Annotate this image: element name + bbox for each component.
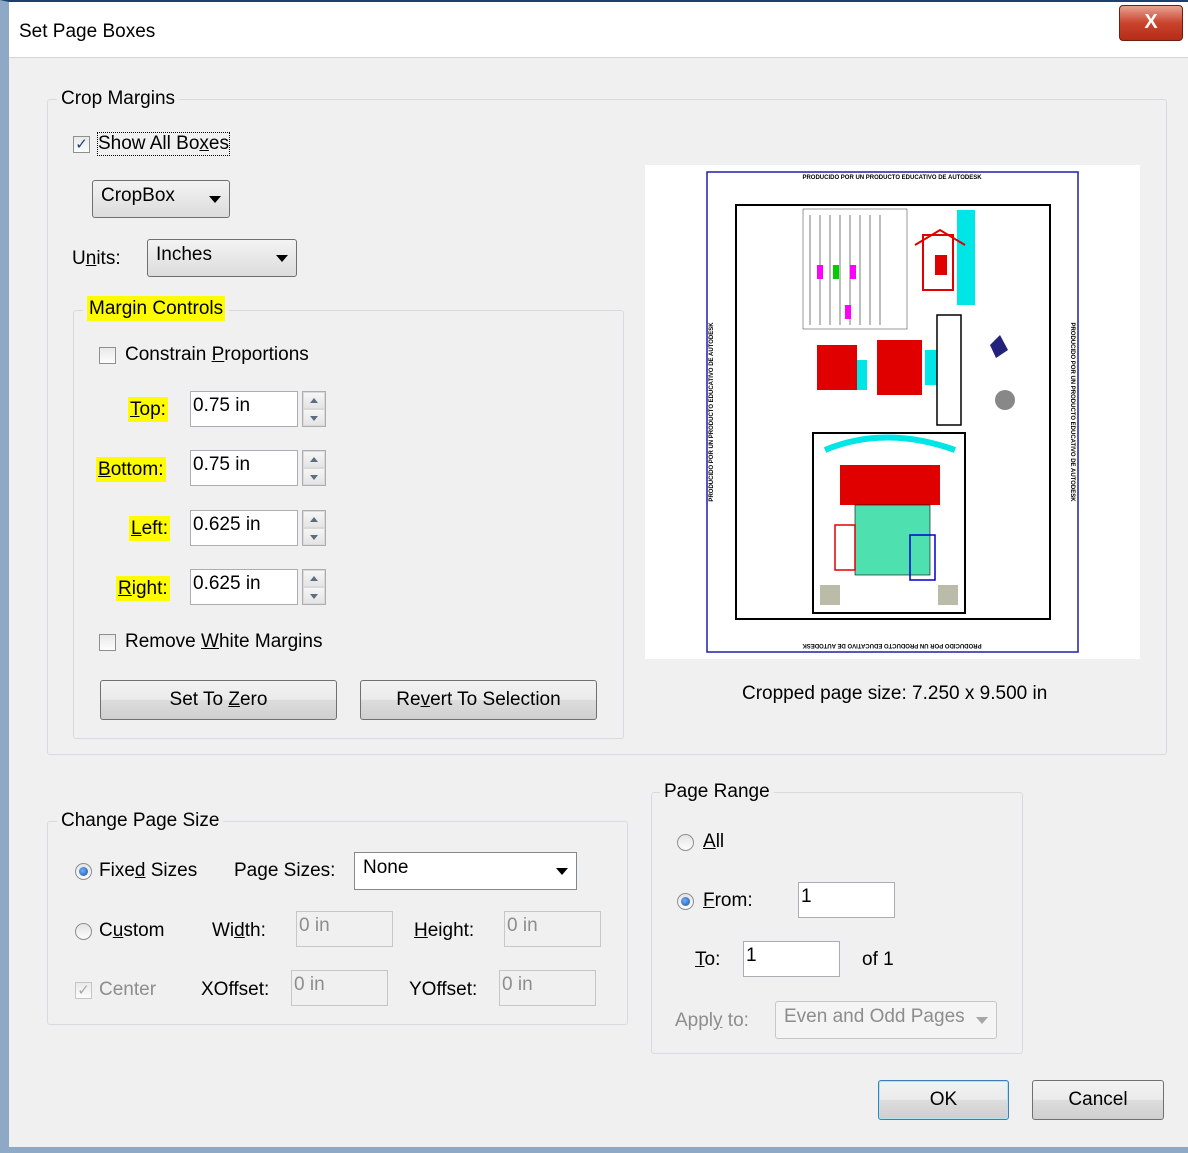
width-input[interactable]: 0 in <box>296 911 393 947</box>
page-sizes-label: Page Sizes: <box>234 860 336 881</box>
stepper-down-icon[interactable] <box>303 528 325 545</box>
cancel-button[interactable]: Cancel <box>1032 1080 1164 1120</box>
yoffset-input[interactable]: 0 in <box>499 970 596 1006</box>
left-margin-stepper[interactable] <box>302 510 326 546</box>
center-checkbox[interactable]: ✓ <box>75 982 92 999</box>
cropped-page-size: Cropped page size: 7.250 x 9.500 in <box>742 683 1048 704</box>
crop-margins-label: Crop Margins <box>57 88 180 110</box>
fixed-sizes-radio[interactable] <box>75 863 92 880</box>
ok-button[interactable]: OK <box>878 1080 1009 1120</box>
page-sizes-select[interactable]: None <box>354 852 577 890</box>
custom-label[interactable]: Custom <box>99 920 165 942</box>
set-to-zero-button[interactable]: Set To Zero <box>100 680 337 720</box>
close-button[interactable]: X <box>1119 5 1183 41</box>
preview-footer-text: PRODUCIDO POR UN PRODUCTO EDUCATIVO DE A… <box>802 642 982 648</box>
units-label: Units: <box>72 248 121 269</box>
chevron-down-icon <box>976 1017 988 1024</box>
page-count-label: of 1 <box>862 949 894 970</box>
apply-to-select[interactable]: Even and Odd Pages <box>775 1001 997 1039</box>
show-all-boxes-checkbox[interactable]: ✓ <box>73 136 90 153</box>
red-facade-1 <box>817 345 857 390</box>
yoffset-label: YOffset: <box>409 979 478 1000</box>
revert-to-selection-button[interactable]: Revert To Selection <box>360 680 597 720</box>
bottom-margin-stepper[interactable] <box>302 450 326 486</box>
window-title: Set Page Boxes <box>19 21 156 42</box>
top-label: Top: <box>128 397 168 422</box>
chevron-down-icon <box>276 255 288 262</box>
bottom-label: Bottom: <box>96 457 166 482</box>
stepper-up-icon[interactable] <box>303 511 325 528</box>
center-label[interactable]: Center <box>99 979 156 1001</box>
remove-white-margins-checkbox[interactable] <box>99 634 116 651</box>
apply-to-label: Apply to: <box>675 1010 749 1031</box>
all-pages-radio[interactable] <box>677 834 694 851</box>
set-page-boxes-dialog: Set Page Boxes X Crop Margins ✓ Show All… <box>0 0 1188 1153</box>
stepper-down-icon[interactable] <box>303 409 325 426</box>
bottom-margin-input[interactable]: 0.75 in <box>190 450 298 486</box>
page-preview-thumbnail: PRODUCIDO POR UN PRODUCTO EDUCATIVO DE A… <box>706 171 1079 653</box>
fixed-sizes-label[interactable]: Fixed Sizes <box>99 860 197 882</box>
stepper-up-icon[interactable] <box>303 570 325 587</box>
top-margin-input[interactable]: 0.75 in <box>190 391 298 427</box>
custom-radio[interactable] <box>75 923 92 940</box>
preview-left-text: PRODUCIDO POR UN PRODUCTO EDUCATIVO DE A… <box>709 322 715 502</box>
red-facade-2 <box>877 340 922 395</box>
from-page-input[interactable]: 1 <box>798 882 895 918</box>
stepper-up-icon[interactable] <box>303 392 325 409</box>
right-label: Right: <box>116 576 170 601</box>
change-page-size-label: Change Page Size <box>57 810 224 832</box>
stepper-up-icon[interactable] <box>303 451 325 468</box>
chevron-down-icon <box>556 868 568 875</box>
width-label: Width: <box>212 920 266 941</box>
height-label: Height: <box>414 920 475 941</box>
to-label: To: <box>695 949 721 970</box>
all-pages-label[interactable]: All <box>703 831 724 853</box>
title-bar: Set Page Boxes X <box>9 2 1188 58</box>
constrain-proportions-checkbox[interactable] <box>99 347 116 364</box>
from-label[interactable]: From: <box>703 890 753 912</box>
right-margin-stepper[interactable] <box>302 569 326 605</box>
remove-white-margins-label[interactable]: Remove White Margins <box>125 631 322 653</box>
left-label: Left: <box>129 516 170 541</box>
to-page-input[interactable]: 1 <box>743 941 840 977</box>
box-type-select[interactable]: CropBox <box>92 180 230 218</box>
height-input[interactable]: 0 in <box>504 911 601 947</box>
red-roof <box>840 465 940 505</box>
cyan-elevation <box>957 210 975 305</box>
page-range-label: Page Range <box>660 781 774 803</box>
stepper-down-icon[interactable] <box>303 587 325 604</box>
right-margin-input[interactable]: 0.625 in <box>190 569 298 605</box>
page-preview: PRODUCIDO POR UN PRODUCTO EDUCATIVO DE A… <box>645 165 1140 659</box>
from-radio[interactable] <box>677 893 694 910</box>
units-select[interactable]: Inches <box>147 239 297 277</box>
dialog-body: Crop Margins ✓ Show All Boxes CropBox Un… <box>9 58 1188 1147</box>
xoffset-label: XOffset: <box>201 979 270 1000</box>
show-all-boxes-label[interactable]: Show All Boxes <box>97 132 230 156</box>
stepper-down-icon[interactable] <box>303 468 325 485</box>
check-icon: ✓ <box>77 982 90 999</box>
xoffset-input[interactable]: 0 in <box>291 970 388 1006</box>
green-plan <box>854 504 931 576</box>
left-margin-input[interactable]: 0.625 in <box>190 510 298 546</box>
preview-header-text: PRODUCIDO POR UN PRODUCTO EDUCATIVO DE A… <box>802 175 982 181</box>
check-icon: ✓ <box>75 136 88 153</box>
preview-right-text: PRODUCIDO POR UN PRODUCTO EDUCATIVO DE A… <box>1069 322 1075 502</box>
margin-controls-label: Margin Controls <box>83 296 230 321</box>
constrain-proportions-label[interactable]: Constrain Proportions <box>125 344 309 366</box>
chevron-down-icon <box>209 196 221 203</box>
top-margin-stepper[interactable] <box>302 391 326 427</box>
close-icon: X <box>1144 11 1158 33</box>
